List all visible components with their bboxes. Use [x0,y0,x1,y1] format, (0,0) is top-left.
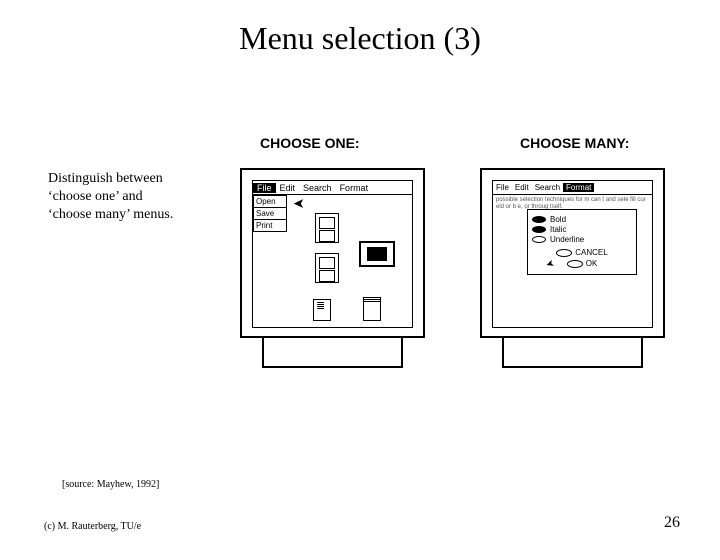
cancel-button[interactable]: CANCEL [556,248,607,257]
menu-file[interactable]: File [493,183,512,192]
menu-item-open[interactable]: Open [254,196,286,208]
label-choose-many: CHOOSE MANY: [520,135,629,151]
option-underline[interactable]: Underline [532,235,632,244]
option-bold[interactable]: Bold [532,215,632,224]
copyright: (c) M. Rauterberg, TU/e [44,521,141,532]
slide-title: Menu selection (3) [0,20,720,57]
menu-search[interactable]: Search [532,183,563,192]
menu-search[interactable]: Search [299,183,336,193]
monitor-stand [502,338,643,368]
window-icon [359,241,395,267]
ok-button[interactable]: OK [567,259,598,268]
file-cabinet-icon [315,253,339,283]
option-label: Bold [550,215,566,224]
oval-icon [532,236,546,243]
button-icon [567,260,583,268]
option-label: Underline [550,235,584,244]
option-italic[interactable]: Italic [532,225,632,234]
menu-item-save[interactable]: Save [254,208,286,220]
oval-icon [532,216,546,223]
source-citation: [source: Mayhew, 1992] [62,479,159,490]
cursor-icon: ➤ [293,196,305,210]
slide-caption: Distinguish between ‘choose one’ and ‘ch… [48,170,218,225]
monitor-choose-one: File Edit Search Format Open Save Print … [240,168,425,368]
option-label: Italic [550,225,566,234]
menu-edit[interactable]: Edit [276,183,300,193]
file-cabinet-icon [315,213,339,243]
monitor-bezel: File Edit Search Format possible selecti… [480,168,665,338]
caption-line: Distinguish between [48,171,163,186]
menu-item-print[interactable]: Print [254,220,286,231]
format-dialog: Bold Italic Underline CANCEL [527,209,637,275]
screen: File Edit Search Format possible selecti… [492,180,653,328]
monitor-bezel: File Edit Search Format Open Save Print … [240,168,425,338]
label-choose-one: CHOOSE ONE: [260,135,360,151]
menu-file[interactable]: File [253,183,276,193]
menu-format[interactable]: Format [563,183,594,192]
file-dropdown: Open Save Print [253,195,287,232]
oval-icon [532,226,546,233]
button-icon [556,249,572,257]
trash-icon [363,299,381,321]
monitor-choose-many: File Edit Search Format possible selecti… [480,168,665,368]
button-label: CANCEL [575,248,607,257]
button-label: OK [586,259,598,268]
menu-format[interactable]: Format [336,183,373,193]
menubar: File Edit Search Format [493,181,652,195]
page-number: 26 [664,514,680,532]
caption-line: ‘choose many’ menus. [48,207,173,222]
caption-line: ‘choose one’ and [48,189,143,204]
document-icon [313,299,331,321]
monitor-stand [262,338,403,368]
menu-edit[interactable]: Edit [512,183,532,192]
screen: File Edit Search Format Open Save Print … [252,180,413,328]
menubar: File Edit Search Format [253,181,412,195]
